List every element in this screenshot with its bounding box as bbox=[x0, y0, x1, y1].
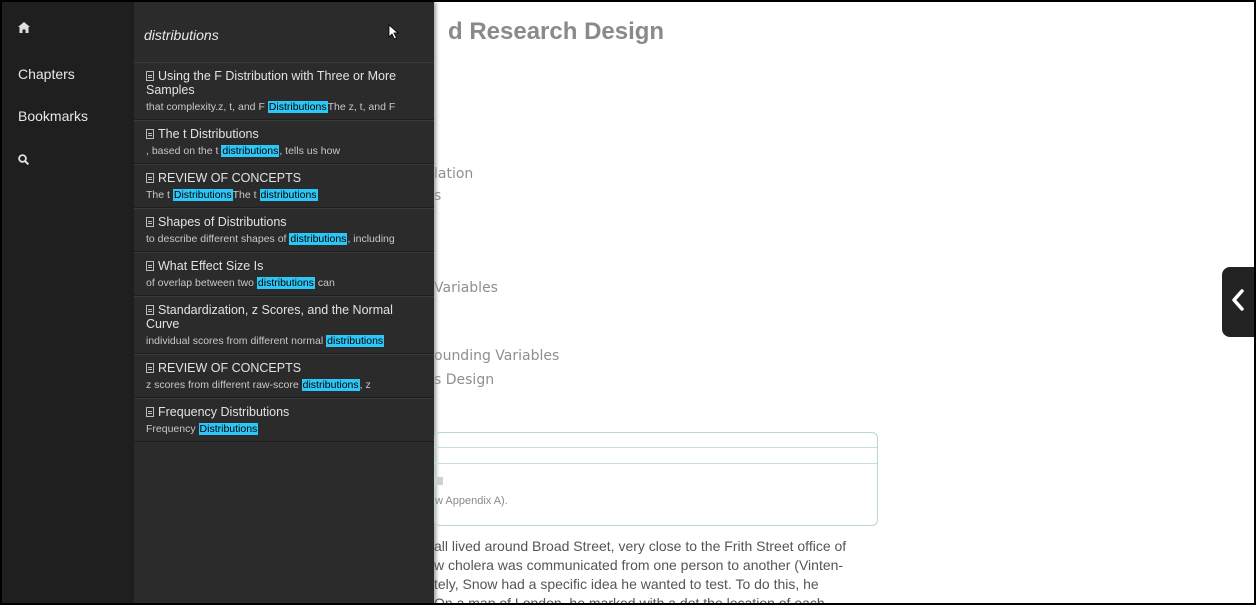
document-icon bbox=[146, 173, 154, 183]
document-icon bbox=[146, 407, 154, 417]
chapter-content: d Research Design lation s Variables oun… bbox=[434, 2, 1254, 605]
result-snippet: z scores from different raw-score distri… bbox=[146, 379, 371, 391]
paragraph-line: w cholera was communicated from one pers… bbox=[434, 557, 844, 573]
result-snippet: individual scores from different normal … bbox=[146, 335, 385, 347]
search-result[interactable]: Using the F Distribution with Three or M… bbox=[134, 62, 434, 120]
search-result[interactable]: What Effect Size Is of overlap between t… bbox=[134, 252, 434, 296]
search-result[interactable]: Shapes of Distributions to describe diff… bbox=[134, 208, 434, 252]
search-panel: Using the F Distribution with Three or M… bbox=[134, 2, 434, 603]
result-title: Frequency Distributions bbox=[158, 405, 290, 419]
document-icon bbox=[146, 129, 154, 139]
result-snippet: , based on the t distributions, tells us… bbox=[146, 145, 341, 157]
search-input[interactable] bbox=[142, 18, 386, 52]
document-icon bbox=[146, 217, 154, 227]
document-icon bbox=[146, 363, 154, 373]
left-rail: Chapters Bookmarks bbox=[2, 2, 134, 603]
toc-entry[interactable]: ounding Variables bbox=[434, 348, 559, 364]
result-title: The t Distributions bbox=[158, 127, 259, 141]
paragraph-line: all lived around Broad Street, very clos… bbox=[434, 538, 847, 554]
toc-entry[interactable]: Variables bbox=[434, 280, 498, 296]
search-bar bbox=[134, 12, 434, 56]
search-result[interactable]: REVIEW OF CONCEPTS The t DistributionsTh… bbox=[134, 164, 434, 208]
search-result[interactable]: Frequency Distributions Frequency Distri… bbox=[134, 398, 434, 442]
result-title: Using the F Distribution with Three or M… bbox=[146, 69, 397, 97]
toc-entry[interactable]: s bbox=[434, 188, 441, 204]
sidebar-item-bookmarks[interactable]: Bookmarks bbox=[18, 108, 88, 124]
search-icon[interactable] bbox=[18, 154, 29, 165]
result-title: REVIEW OF CONCEPTS bbox=[158, 171, 302, 185]
box-divider bbox=[435, 447, 877, 448]
result-title: Standardization, z Scores, and the Norma… bbox=[146, 303, 393, 331]
document-icon bbox=[146, 305, 154, 315]
result-title: Shapes of Distributions bbox=[158, 215, 287, 229]
paragraph-line: tely, Snow had a specific idea he wanted… bbox=[434, 576, 819, 592]
chapter-title: d Research Design bbox=[448, 18, 665, 45]
search-result[interactable]: The t Distributions , based on the t dis… bbox=[134, 120, 434, 164]
side-panel-toggle-button[interactable] bbox=[1222, 267, 1254, 337]
home-icon[interactable] bbox=[18, 22, 30, 33]
result-snippet: of overlap between two distributions can bbox=[146, 277, 335, 289]
document-icon bbox=[146, 71, 154, 81]
box-divider bbox=[435, 463, 877, 464]
toc-entry[interactable]: s Design bbox=[434, 372, 494, 388]
document-icon bbox=[146, 261, 154, 271]
result-snippet: to describe different shapes of distribu… bbox=[146, 233, 395, 245]
search-result[interactable]: Standardization, z Scores, and the Norma… bbox=[134, 296, 434, 354]
box-marker bbox=[435, 477, 443, 485]
search-results: Using the F Distribution with Three or M… bbox=[134, 62, 434, 442]
sidebar-item-chapters[interactable]: Chapters bbox=[18, 66, 75, 82]
toc-entry[interactable]: lation bbox=[434, 166, 473, 182]
chevron-left-icon bbox=[1231, 288, 1245, 316]
app-frame: Chapters Bookmarks Using the F Distribut… bbox=[0, 0, 1256, 605]
result-title: REVIEW OF CONCEPTS bbox=[158, 361, 302, 375]
box-text: w Appendix A). bbox=[435, 495, 508, 507]
content-box: w Appendix A). bbox=[434, 432, 878, 526]
result-snippet: Frequency Distributions bbox=[146, 423, 259, 435]
result-snippet: The t DistributionsThe t distributions bbox=[146, 189, 318, 201]
paragraph-line: On a map of London, he marked with a dot… bbox=[434, 595, 825, 605]
result-snippet: that complexity.z, t, and F Distribution… bbox=[146, 101, 396, 113]
mouse-pointer-icon bbox=[388, 24, 400, 45]
result-title: What Effect Size Is bbox=[158, 259, 264, 273]
search-result[interactable]: REVIEW OF CONCEPTS z scores from differe… bbox=[134, 354, 434, 398]
